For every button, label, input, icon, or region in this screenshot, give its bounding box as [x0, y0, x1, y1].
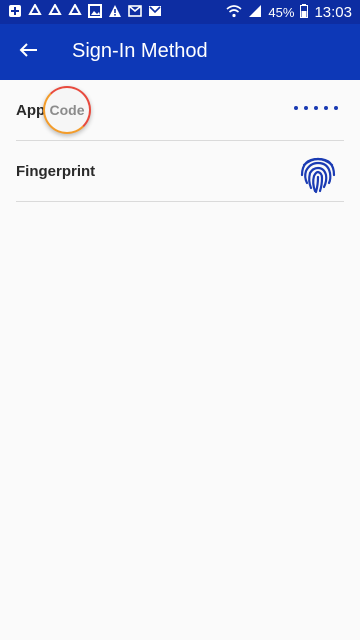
recycle-icon [48, 4, 62, 18]
option-label: Fingerprint [16, 163, 96, 180]
fingerprint-icon [296, 151, 340, 195]
pin-dots-indicator [294, 106, 338, 110]
status-right: 45% 13:03 [226, 0, 352, 24]
app-bar: Sign-In Method [0, 24, 360, 80]
touch-indicator: Code [43, 86, 91, 134]
wifi-icon [226, 4, 242, 21]
signal-icon [248, 4, 262, 21]
recycle-icon [68, 4, 82, 18]
arrow-left-icon [18, 42, 38, 63]
status-bar: 45% 13:03 [0, 0, 360, 24]
gmail-icon [148, 4, 162, 18]
mail-image-icon [128, 4, 142, 18]
touch-text: Code [49, 102, 85, 118]
add-square-icon [8, 4, 22, 18]
warning-icon [108, 4, 122, 18]
back-button[interactable] [14, 40, 42, 64]
battery-icon [300, 3, 309, 21]
option-fingerprint[interactable]: Fingerprint [16, 141, 344, 202]
notification-icons [8, 4, 162, 18]
image-icon [88, 4, 102, 18]
recycle-icon [28, 4, 42, 18]
page-title: Sign-In Method [72, 40, 208, 62]
battery-text: 45% [268, 4, 295, 20]
clock: 13:03 [314, 3, 352, 21]
